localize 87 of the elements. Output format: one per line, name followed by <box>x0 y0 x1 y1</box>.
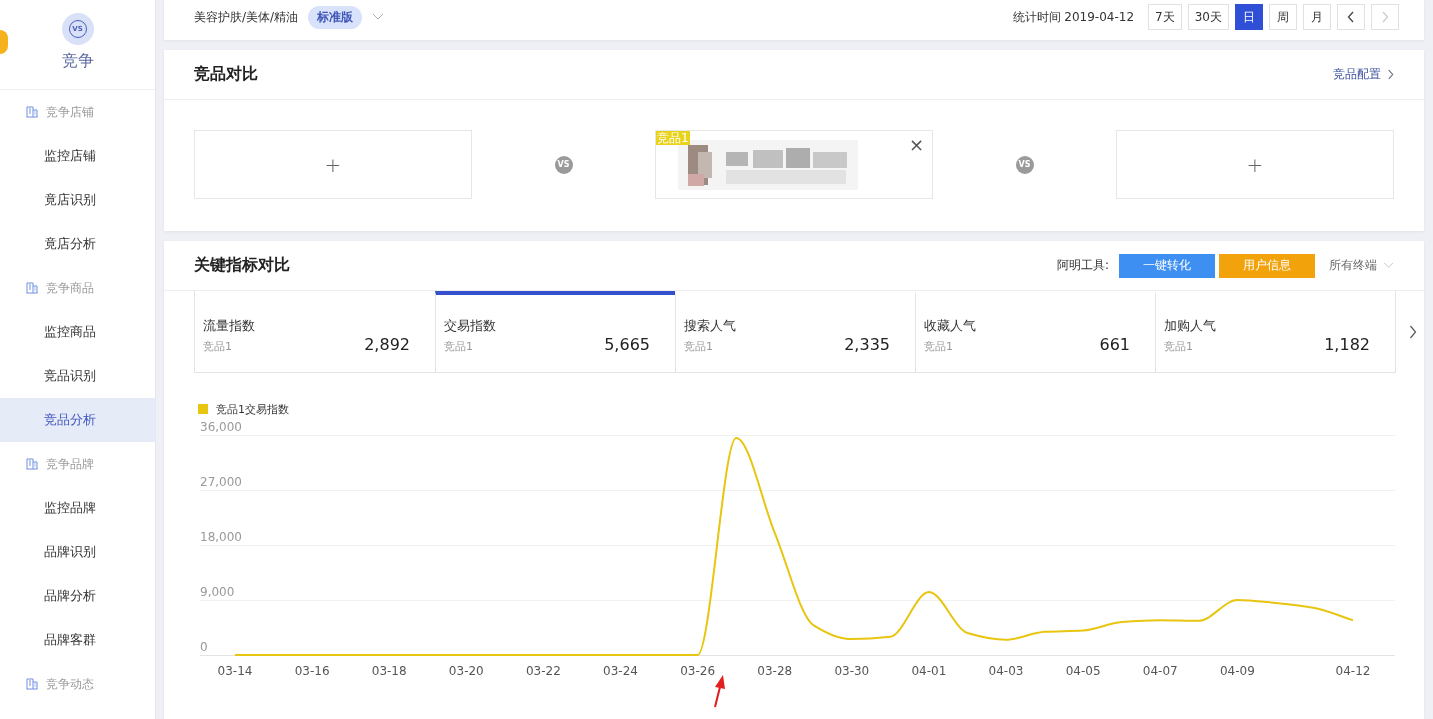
metric-value: 1,182 <box>1324 335 1370 354</box>
x-tick-label: 03-20 <box>448 664 484 678</box>
chevron-right-icon[interactable] <box>1409 325 1417 339</box>
x-tick-label: 03-16 <box>294 664 330 678</box>
sidebar-group-label: 竞争动态 <box>46 675 94 693</box>
building-icon <box>26 106 38 118</box>
chevron-right-icon <box>1387 69 1394 80</box>
metric-name: 流量指数 <box>203 317 256 335</box>
metric-series: 竞品1 <box>444 339 473 354</box>
section-title: 竞品对比 <box>194 64 258 85</box>
x-tick-label: 04-05 <box>1065 664 1101 678</box>
vs-icon: VS <box>1015 155 1034 174</box>
y-tick-label: 9,000 <box>200 585 235 599</box>
x-tick-label: 03-22 <box>526 664 561 678</box>
metric-tab[interactable]: 搜索人气 竞品1 2,335 <box>675 291 915 372</box>
sidebar-item[interactable]: 竟店分析 <box>0 222 155 266</box>
sidebar-item[interactable]: 竟店识别 <box>0 178 155 222</box>
metric-value: 2,892 <box>364 335 410 354</box>
sidebar-item[interactable]: 监控店铺 <box>0 134 155 178</box>
chevron-left-icon <box>1347 11 1355 23</box>
y-tick-label: 27,000 <box>200 475 242 489</box>
x-tick-label: 04-07 <box>1142 664 1178 678</box>
x-tick-label: 04-03 <box>988 664 1024 678</box>
x-tick-label: 03-26 <box>680 664 716 678</box>
x-tick-label: 03-30 <box>834 664 870 678</box>
add-competitor-slot[interactable]: + <box>1116 130 1394 199</box>
y-tick-label: 18,000 <box>200 530 242 544</box>
terminal-dropdown[interactable]: 所有终端 <box>1329 257 1394 274</box>
vs-icon: VS <box>554 155 573 174</box>
x-tick-label: 03-14 <box>217 664 253 678</box>
sidebar-item[interactable]: 监控品牌 <box>0 486 155 530</box>
y-tick-label: 36,000 <box>200 420 242 434</box>
metric-tab[interactable]: 交易指数 竞品1 5,665 <box>435 291 675 372</box>
sidebar-item[interactable]: 品牌识别 <box>0 530 155 574</box>
metric-series: 竞品1 <box>1164 339 1193 354</box>
close-button[interactable]: × <box>906 135 926 155</box>
tools-label: 阿明工具: <box>1056 257 1109 274</box>
stat-time: 统计时间 2019-04-12 <box>1012 8 1135 26</box>
x-tick-label: 04-09 <box>1219 664 1255 678</box>
metric-name: 收藏人气 <box>924 317 977 335</box>
legend-label: 竞品1交易指数 <box>216 401 289 417</box>
sidebar-item[interactable]: 竞品识别 <box>0 354 155 398</box>
range-button[interactable]: 月 <box>1303 4 1331 30</box>
building-icon <box>26 282 38 294</box>
building-icon <box>26 458 38 470</box>
metric-series: 竞品1 <box>203 339 232 354</box>
range-button[interactable]: 日 <box>1235 4 1263 30</box>
y-tick-label: 0 <box>200 640 208 654</box>
chevron-right-icon <box>1381 11 1389 23</box>
x-tick-label: 03-18 <box>371 664 407 678</box>
sidebar-title: 竞争 <box>61 51 94 72</box>
metric-value: 5,665 <box>604 335 650 354</box>
sidebar-item[interactable]: 竞品分析 <box>0 398 155 442</box>
sidebar-item[interactable]: 品牌客群 <box>0 618 155 662</box>
product-tag: 竞品1 <box>656 131 690 145</box>
metric-name: 交易指数 <box>444 317 497 335</box>
metric-name: 搜索人气 <box>684 317 737 335</box>
metric-value: 661 <box>1099 335 1130 354</box>
range-button[interactable]: 周 <box>1269 4 1297 30</box>
metric-series: 竞品1 <box>684 339 713 354</box>
chevron-down-icon <box>1383 262 1394 269</box>
range-button[interactable]: 7天 <box>1148 4 1182 30</box>
add-competitor-slot[interactable]: + <box>194 130 472 199</box>
sidebar-group-label: 竞争品牌 <box>46 455 94 473</box>
x-tick-label: 03-28 <box>757 664 793 678</box>
chevron-down-icon[interactable] <box>372 13 385 21</box>
metric-name: 加购人气 <box>1164 317 1217 335</box>
metric-tab[interactable]: 收藏人气 竞品1 661 <box>915 291 1155 372</box>
prev-button[interactable] <box>1337 4 1365 30</box>
metric-value: 2,335 <box>844 335 890 354</box>
edition-badge: 标准版 <box>308 5 363 29</box>
sidebar-item[interactable]: 监控商品 <box>0 310 155 354</box>
config-link[interactable]: 竞品配置 <box>1333 66 1394 83</box>
annotation-arrow <box>714 675 725 708</box>
section-title: 关键指标对比 <box>194 255 290 276</box>
x-tick-label: 04-01 <box>911 664 947 678</box>
category-path: 美容护肤/美体/精油 <box>194 8 299 26</box>
sidebar-item[interactable]: 品牌分析 <box>0 574 155 618</box>
metric-tab[interactable]: 流量指数 竞品1 2,892 <box>195 291 435 372</box>
x-tick-label: 04-12 <box>1335 664 1371 678</box>
sidebar-group-label: 竞争店铺 <box>46 103 94 121</box>
building-icon <box>26 678 38 690</box>
metric-series: 竞品1 <box>924 339 953 354</box>
x-tick-label: 03-24 <box>603 664 638 678</box>
metric-tab[interactable]: 加购人气 竞品1 1,182 <box>1155 291 1395 372</box>
range-button[interactable]: 30天 <box>1187 4 1229 30</box>
sidebar-group-label: 竞争商品 <box>46 279 94 297</box>
